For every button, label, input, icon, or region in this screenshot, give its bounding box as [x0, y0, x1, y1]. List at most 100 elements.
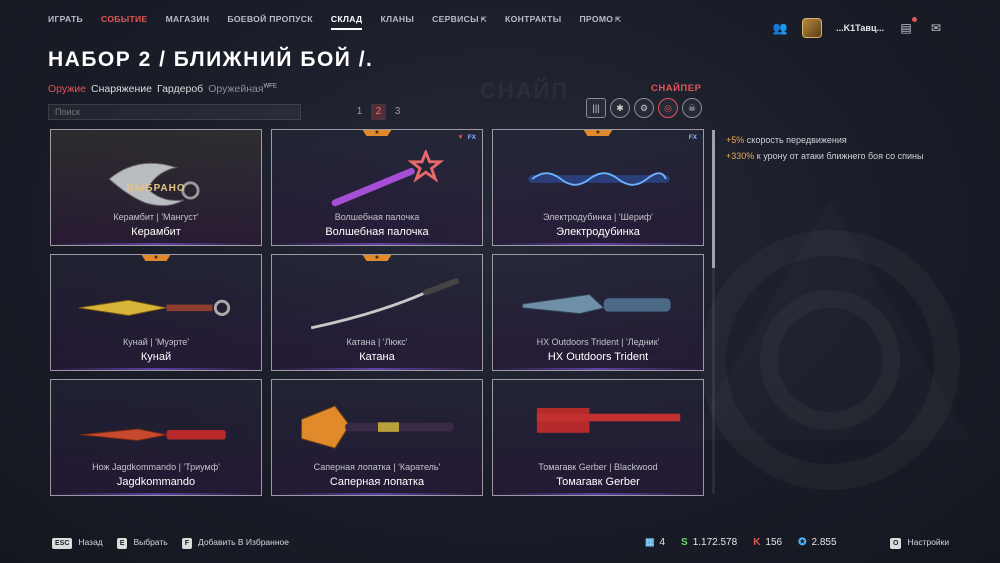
weapon-image [310, 278, 460, 330]
back-action[interactable]: ESC Назад [52, 537, 103, 549]
sniper-icon[interactable]: ◎ [658, 98, 678, 118]
weapon-card[interactable]: ★ Катана | 'Люкс' Катана [271, 254, 483, 371]
currency-item: S 1.172.578 [681, 537, 737, 548]
action-label: Настройки [907, 537, 950, 547]
weapon-card[interactable]: Саперная лопатка | 'Каратель' Саперная ло… [271, 379, 483, 496]
card-glow [493, 493, 703, 495]
nav-item-label: СОБЫТИЕ [101, 14, 148, 24]
subnav-armory-label: Оружейная [208, 83, 264, 95]
scrollbar-thumb[interactable] [712, 130, 715, 268]
subnav-wardrobe[interactable]: Гардероб [157, 83, 203, 95]
currency-bar: ▦ 4 S 1.172.578 K 156 ✪ 2.855 [645, 537, 837, 548]
top-right-bar: 👥 ...K1Тавц... ▤ ✉ [772, 17, 944, 38]
subnav-armory[interactable]: ОружейнаяWFE [208, 83, 277, 95]
stat-row: +5% скорость передвижения [726, 132, 923, 148]
weapon-card[interactable]: ВЫБРАНО Керамбит | 'Мангуст' Керамбит [50, 129, 262, 246]
nav-item[interactable]: СЕРВИСЫ ⇱ [432, 14, 487, 30]
weapon-subname: Керамбит | 'Мангуст' [113, 212, 199, 222]
page-1[interactable]: 1 [352, 104, 367, 120]
nav-item[interactable]: ПРОМО ⇱ [579, 14, 621, 30]
top-navigation: ИГРАТЬ СОБЫТИЕ МАГАЗИН БОЕВОЙ ПРОПУСК СКЛАД К… [48, 14, 621, 30]
page-2[interactable]: 2 [371, 104, 386, 120]
pagination: 1 2 3 [352, 104, 405, 120]
action-label: Назад [78, 537, 103, 547]
nav-item[interactable]: МАГАЗИН [166, 14, 210, 30]
settings-action[interactable]: O Настройки [890, 537, 949, 549]
fx-badge: ▼ FX [457, 134, 476, 141]
stat-value: +330% [726, 151, 755, 161]
subnav-equipment[interactable]: Снаряжение [91, 83, 152, 95]
currency-value: 2.855 [811, 537, 837, 548]
weapon-name: Электродубинка [556, 226, 640, 238]
messages-icon[interactable]: ▤ [898, 17, 917, 36]
key-hint: F [181, 538, 192, 549]
notification-dot [912, 17, 917, 22]
nav-item-label: СКЛАД [330, 14, 363, 24]
weapon-card[interactable]: Томагавк Gerber | Blackwood Томагавк Gerb… [492, 379, 704, 496]
weapon-name: HX Outdoors Trident [547, 351, 649, 363]
background-triangle [690, 200, 970, 440]
weapon-name: Томагавк Gerber [556, 476, 640, 488]
currency-value: 156 [765, 537, 783, 548]
rarity-badge: ★ [362, 130, 392, 136]
avatar[interactable] [802, 18, 823, 38]
card-glow [51, 243, 261, 245]
page-title: НАБОР 2 / БЛИЖНИЙ БОЙ /. [48, 48, 374, 71]
medic-icon[interactable]: ✱ [610, 98, 630, 118]
weapon-card[interactable]: Нож Jagdkommando | 'Триумф' Jagdkommando [50, 379, 262, 496]
stat-value: +5% [726, 135, 745, 145]
warbucks-icon: S [681, 537, 688, 548]
rarity-badge: ★ [583, 130, 613, 136]
nav-item[interactable]: КОНТРАКТЫ [505, 14, 561, 30]
weapon-stats: +5% скорость передвижения +330% к урону … [726, 132, 923, 164]
engineer-icon[interactable]: ⚙ [634, 98, 654, 118]
weapon-subname: Волшебная палочка [334, 212, 420, 222]
weapon-card[interactable]: ★ FX Электродубинка | 'Шериф' Электродубинк… [492, 129, 704, 246]
weapon-subname: Кунай | 'Муэрте' [123, 337, 189, 347]
fx-badge: FX [689, 134, 697, 141]
scrollbar[interactable] [712, 130, 715, 494]
weapon-card[interactable]: HX Outdoors Trident | 'Ледник' HX Outdoor… [492, 254, 704, 371]
weapon-subname: Саперная лопатка | 'Каратель' [313, 462, 441, 472]
weapon-image [536, 407, 681, 433]
weapon-image [108, 162, 200, 207]
card-glow [51, 493, 261, 495]
nav-item[interactable]: ИГРАТЬ [48, 14, 83, 30]
favorite-action[interactable]: F Добавить В Избранное [181, 537, 289, 549]
nav-item[interactable]: СКЛАД [330, 14, 363, 30]
subnav-weapons[interactable]: Оружие [48, 83, 86, 95]
fx-label: FX [467, 134, 476, 141]
weapon-image [78, 299, 231, 316]
weapon-subname: Электродубинка | 'Шериф' [542, 212, 653, 222]
nav-item[interactable]: КЛАНЫ [380, 14, 414, 30]
nav-item[interactable]: БОЕВОЙ ПРОПУСК [227, 14, 313, 30]
page-3[interactable]: 3 [390, 104, 405, 120]
weapon-subname: HX Outdoors Trident | 'Ледник' [536, 337, 660, 347]
key-hint: E [116, 538, 128, 549]
selected-label: ВЫБРАНО [126, 183, 186, 194]
card-glow [493, 243, 703, 245]
username[interactable]: ...K1Тавц... [836, 23, 884, 33]
search-input[interactable] [48, 104, 301, 120]
card-glow [272, 243, 482, 245]
currency-value: 4 [659, 537, 666, 548]
select-action[interactable]: E Выбрать [116, 537, 168, 549]
friends-icon[interactable]: 👥 [772, 20, 788, 36]
mail-icon[interactable]: ✉ [928, 20, 944, 36]
weapon-name: Кунай [140, 351, 172, 363]
skull-icon[interactable]: ☠ [682, 98, 702, 118]
weapon-card[interactable]: ★ Кунай | 'Муэрте' Кунай [50, 254, 262, 371]
weapon-card[interactable]: ★ ▼ FX Волшебная палочка Волшебная палочка [271, 129, 483, 246]
ammo-icon[interactable]: ||| [586, 98, 606, 118]
currency-item: ✪ 2.855 [798, 537, 836, 548]
weapon-image [528, 172, 670, 186]
nav-item[interactable]: СОБЫТИЕ [101, 14, 148, 30]
class-filters: ||| ✱ ⚙ ◎ ☠ [586, 98, 702, 118]
footer-actions: ESC Назад E Выбрать F Добавить В Избранное [52, 537, 289, 549]
weapon-image [331, 150, 445, 207]
weapon-image [80, 428, 226, 441]
card-glow [51, 368, 261, 370]
currency-value: 1.172.578 [692, 537, 738, 548]
card-glow [272, 493, 482, 495]
nav-item-label: ИГРАТЬ [48, 14, 84, 24]
